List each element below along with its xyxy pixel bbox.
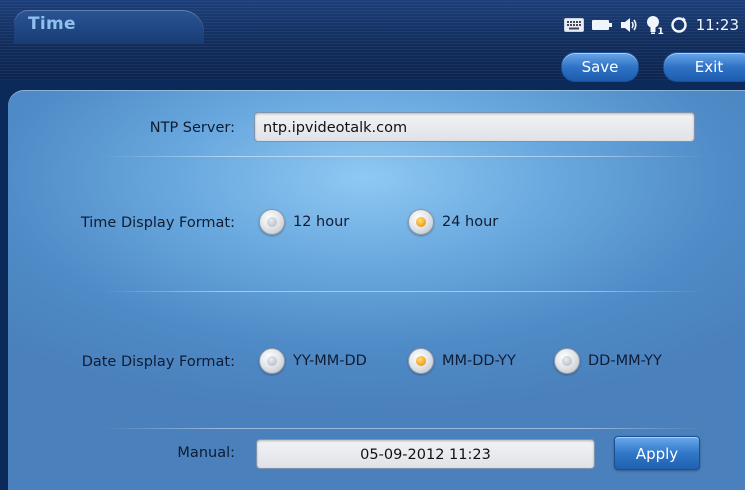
date-format-label: Date Display Format: (81, 354, 235, 370)
radio-yy-mm-dd[interactable]: YY-MM-DD (259, 348, 367, 374)
divider (100, 428, 705, 429)
radio-dd-mm-yy-label: DD-MM-YY (588, 353, 662, 369)
clock: 11:23 (695, 16, 739, 34)
battery-icon (591, 19, 612, 31)
speaker-icon (620, 17, 638, 33)
status-bar: 1 11:23 (563, 14, 739, 37)
settings-panel (8, 90, 745, 490)
radio-12-hour-label: 12 hour (293, 214, 350, 230)
radio-mm-dd-yy-label: MM-DD-YY (442, 353, 516, 369)
manual-datetime-input[interactable]: 05-09-2012 11:23 (256, 439, 595, 469)
top-bar: Time 1 11:23 Save Exit (0, 0, 745, 82)
sync-icon (670, 16, 688, 34)
radio-mm-dd-yy[interactable]: MM-DD-YY (408, 348, 516, 374)
radio-24-hour-label: 24 hour (442, 214, 499, 230)
apply-button[interactable]: Apply (614, 436, 700, 470)
divider (100, 156, 705, 157)
radio-12-hour-circle[interactable] (259, 209, 285, 235)
keyboard-icon (563, 18, 584, 32)
divider (100, 291, 705, 292)
ntp-server-input[interactable]: ntp.ipvideotalk.com (254, 112, 695, 142)
radio-24-hour-circle[interactable] (408, 209, 434, 235)
time-format-label: Time Display Format: (80, 215, 235, 231)
page-title: Time (28, 14, 76, 34)
radio-yy-mm-dd-label: YY-MM-DD (293, 353, 367, 369)
bulb-icon: 1 (646, 15, 664, 37)
exit-button[interactable]: Exit (663, 52, 745, 82)
radio-dd-mm-yy-circle[interactable] (554, 348, 580, 374)
radio-12-hour[interactable]: 12 hour (259, 209, 349, 235)
radio-dd-mm-yy[interactable]: DD-MM-YY (554, 348, 662, 374)
save-button[interactable]: Save (561, 52, 639, 82)
manual-label: Manual: (177, 445, 235, 461)
radio-yy-mm-dd-circle[interactable] (259, 348, 285, 374)
ntp-server-label: NTP Server: (149, 120, 235, 136)
radio-mm-dd-yy-circle[interactable] (408, 348, 434, 374)
radio-24-hour[interactable]: 24 hour (408, 209, 498, 235)
bulb-badge: 1 (657, 27, 664, 37)
